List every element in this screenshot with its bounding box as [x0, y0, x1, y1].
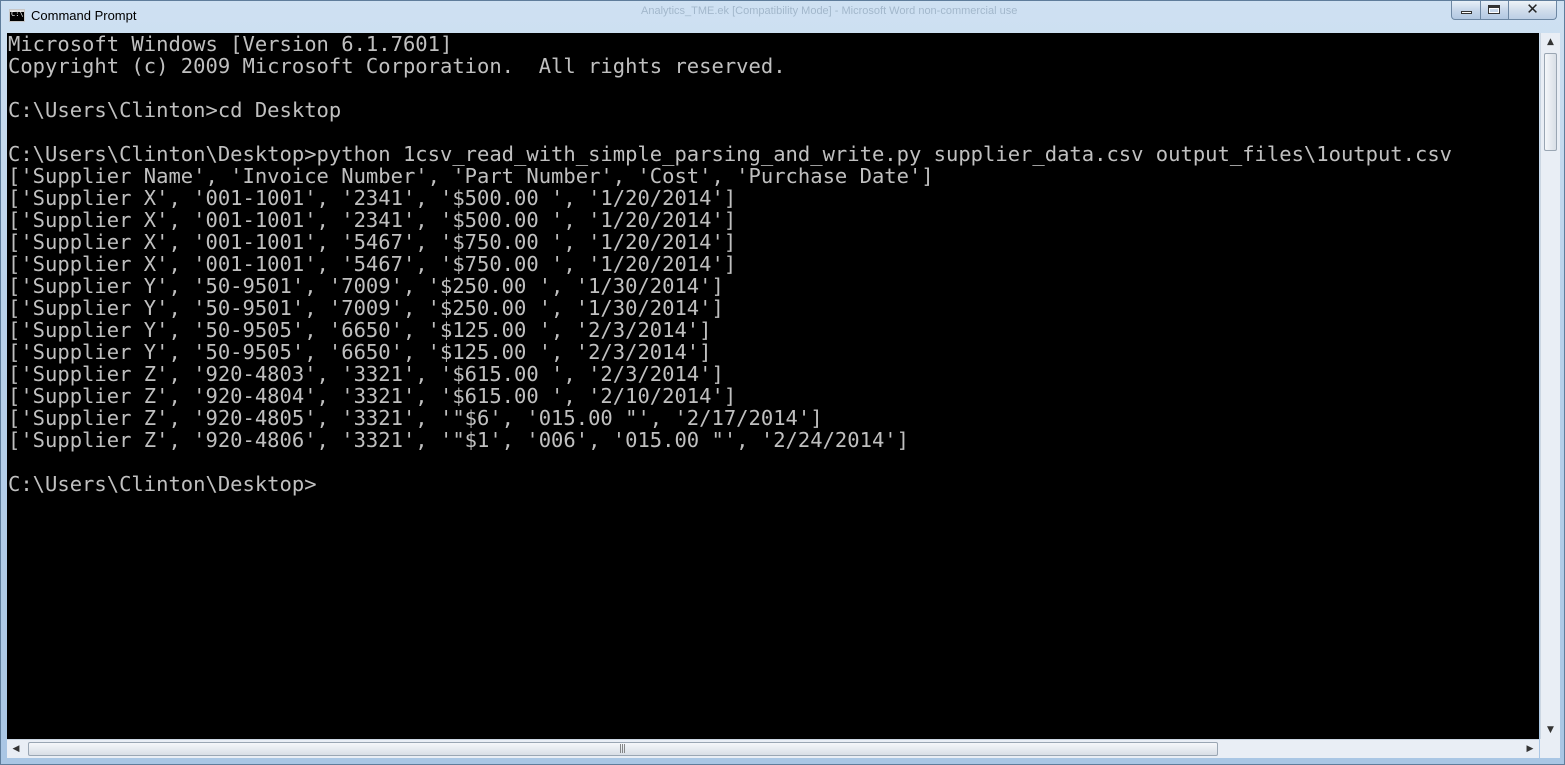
console-line: ['Supplier Y', '50-9505', '6650', '$125.… — [8, 318, 712, 342]
console-line: ['Supplier Z', '920-4803', '3321', '$615… — [8, 362, 724, 386]
maximize-button[interactable] — [1481, 1, 1509, 20]
console-line: ['Supplier Z', '920-4804', '3321', '$615… — [8, 384, 737, 408]
scroll-right-arrow-icon[interactable]: ▶ — [1521, 740, 1539, 758]
console-output-area[interactable]: Microsoft Windows [Version 6.1.7601] Copy… — [7, 33, 1539, 739]
caption-buttons: ✕ — [1451, 1, 1557, 21]
cmd-app-icon[interactable]: C:\ — [9, 9, 25, 22]
horizontal-scroll-thumb[interactable]: ||| — [28, 742, 1218, 756]
console-line: ['Supplier Y', '50-9501', '7009', '$250.… — [8, 296, 724, 320]
cmd-app-icon-label: C:\ — [11, 10, 24, 18]
console-line: C:\Users\Clinton\Desktop> — [8, 472, 317, 496]
scroll-down-arrow-icon[interactable]: ▼ — [1541, 721, 1560, 739]
scroll-up-arrow-icon[interactable]: ▲ — [1541, 33, 1560, 51]
console-line: ['Supplier X', '001-1001', '2341', '$500… — [8, 208, 737, 232]
console-line: ['Supplier X', '001-1001', '5467', '$750… — [8, 230, 737, 254]
console-line: ['Supplier X', '001-1001', '5467', '$750… — [8, 252, 737, 276]
maximize-icon — [1488, 5, 1500, 14]
console-line: C:\Users\Clinton>cd Desktop — [8, 98, 342, 122]
command-prompt-window: C:\ Command Prompt Analytics_TME.ek [Com… — [0, 0, 1565, 765]
close-icon: ✕ — [1526, 0, 1539, 18]
console-line: Microsoft Windows [Version 6.1.7601] — [8, 33, 453, 56]
console-line: ['Supplier Z', '920-4806', '3321', '"$1'… — [8, 428, 909, 452]
console-text: Microsoft Windows [Version 6.1.7601] Copy… — [7, 33, 1539, 495]
scrollbar-corner — [1540, 739, 1560, 758]
close-button[interactable]: ✕ — [1509, 1, 1557, 20]
console-line: ['Supplier X', '001-1001', '2341', '$500… — [8, 186, 737, 210]
horizontal-scrollbar[interactable]: ◀ ||| ▶ — [7, 739, 1539, 758]
vertical-scrollbar[interactable]: ▲ ▼ — [1540, 33, 1560, 739]
vertical-scroll-thumb[interactable] — [1544, 53, 1557, 151]
scroll-left-arrow-icon[interactable]: ◀ — [7, 740, 25, 758]
scroll-grip-icon: ||| — [619, 744, 626, 754]
minimize-icon — [1461, 11, 1472, 14]
minimize-button[interactable] — [1451, 1, 1481, 20]
window-title: Command Prompt — [31, 8, 137, 23]
title-bar[interactable]: C:\ Command Prompt Analytics_TME.ek [Com… — [1, 1, 1564, 32]
console-line: ['Supplier Z', '920-4805', '3321', '"$6'… — [8, 406, 823, 430]
background-window-title: Analytics_TME.ek [Compatibility Mode] - … — [641, 5, 1018, 17]
console-line: ['Supplier Y', '50-9501', '7009', '$250.… — [8, 274, 724, 298]
console-line: C:\Users\Clinton\Desktop>python 1csv_rea… — [8, 142, 1453, 166]
console-line: Copyright (c) 2009 Microsoft Corporation… — [8, 54, 786, 78]
console-line: ['Supplier Name', 'Invoice Number', 'Par… — [8, 164, 934, 188]
console-line: ['Supplier Y', '50-9505', '6650', '$125.… — [8, 340, 712, 364]
